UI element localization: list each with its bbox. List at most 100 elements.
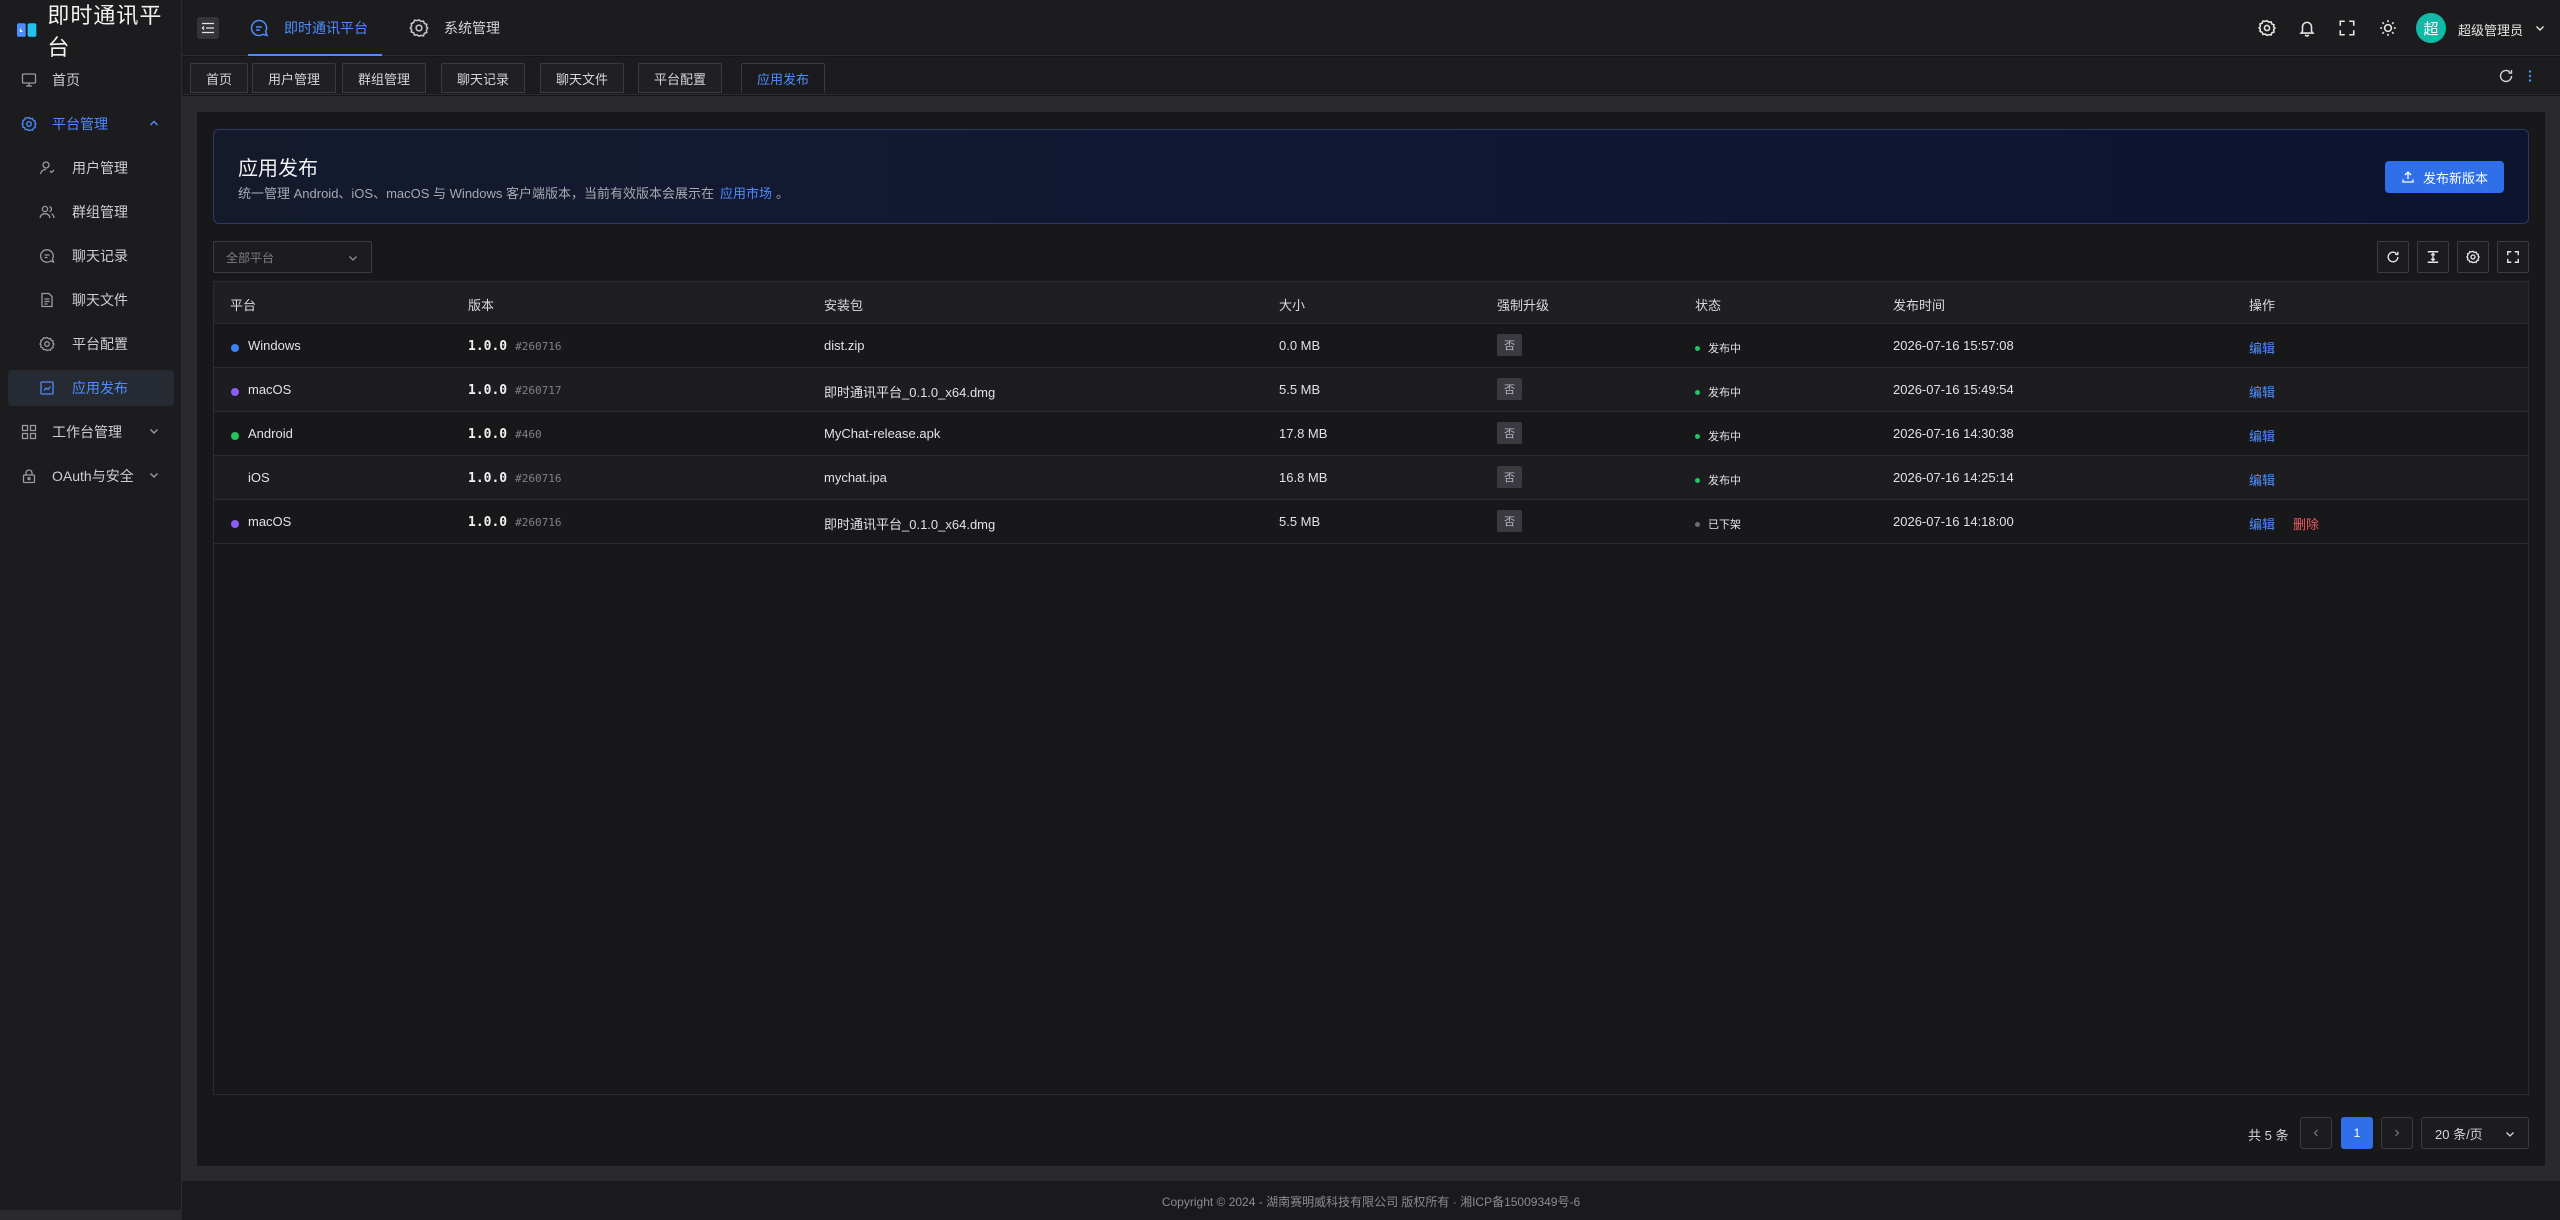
app-market-link[interactable]: 应用市场 <box>720 186 772 201</box>
version-number: 1.0.0 <box>468 515 508 530</box>
chevron-left-icon <box>2313 1129 2318 1137</box>
edit-button[interactable]: 编辑 <box>2249 514 2275 533</box>
version-cell: 1.0.0 #260716 <box>468 514 562 530</box>
table-row[interactable]: macOS 1.0.0 #260717 即时通讯平台_0.1.0_x64.dmg … <box>214 368 2528 412</box>
settings-icon <box>2466 250 2480 264</box>
platform-dot <box>231 344 239 352</box>
avatar[interactable]: 超 <box>2416 13 2446 43</box>
page-tab-strip: 首页 用户管理 群组管理 聊天记录 聊天文件 平台配置 应用发布 <box>182 57 2560 95</box>
column-header[interactable]: 操作 <box>2249 295 2275 314</box>
page-tab-chat-records[interactable]: 聊天记录 <box>441 63 526 93</box>
status-dot <box>1695 521 1700 527</box>
sidebar-item-platform-mgmt[interactable]: 平台管理 <box>8 106 174 142</box>
chat-icon <box>38 247 56 265</box>
sidebar-item-users[interactable]: 用户管理 <box>8 150 174 186</box>
package-cell: dist.zip <box>824 338 865 353</box>
menu-collapse-button[interactable] <box>197 17 219 39</box>
column-header[interactable]: 发布时间 <box>1893 295 1945 314</box>
edit-button[interactable]: 编辑 <box>2249 470 2275 489</box>
theme-icon[interactable] <box>2378 18 2398 38</box>
more-vertical-icon[interactable] <box>2522 68 2538 84</box>
status-badge: 发布中 <box>1695 428 1741 444</box>
tab-system-mgmt[interactable]: 系统管理 <box>408 0 500 56</box>
shield-icon <box>20 467 38 485</box>
page-tab-home[interactable]: 首页 <box>190 63 249 93</box>
sidebar-item-app-release[interactable]: 应用发布 <box>8 370 174 406</box>
user-name[interactable]: 超级管理员 <box>2458 20 2523 39</box>
sidebar-item-home[interactable]: 首页 <box>8 62 174 98</box>
table-header: 平台 版本 安装包 大小 强制升级 状态 发布时间 操作 <box>214 282 2528 324</box>
chevron-right-icon <box>2395 1129 2400 1137</box>
build-number: #260717 <box>515 384 562 397</box>
sidebar-item-oauth[interactable]: OAuth与安全 <box>8 458 174 494</box>
build-number: #260716 <box>515 516 562 529</box>
page-tab-chat-files[interactable]: 聊天文件 <box>540 63 625 93</box>
fullscreen-icon[interactable] <box>2337 18 2357 38</box>
sidebar-item-groups[interactable]: 群组管理 <box>8 194 174 230</box>
edit-button[interactable]: 编辑 <box>2249 338 2275 357</box>
refresh-icon[interactable] <box>2498 68 2514 84</box>
sidebar-footer <box>0 1210 182 1220</box>
publish-new-version-button[interactable]: 发布新版本 <box>2384 161 2504 193</box>
platform-dot <box>231 520 239 528</box>
force-upgrade-tag: 否 <box>1497 334 1522 356</box>
status-badge: 发布中 <box>1695 384 1741 400</box>
density-button[interactable] <box>2417 241 2449 273</box>
force-upgrade-tag: 否 <box>1497 466 1522 488</box>
refresh-button[interactable] <box>2377 241 2409 273</box>
version-cell: 1.0.0 #260716 <box>468 338 562 354</box>
table-row[interactable]: iOS 1.0.0 #260716 mychat.ipa 16.8 MB 否 发布… <box>214 456 2528 500</box>
delete-button[interactable]: 删除 <box>2293 514 2319 533</box>
app-logo[interactable]: 即时通讯平台 <box>16 3 181 60</box>
upload-icon <box>2402 171 2414 183</box>
sidebar-item-platform-config[interactable]: 平台配置 <box>8 326 174 362</box>
page-tab-app-release[interactable]: 应用发布 <box>741 63 826 93</box>
column-header[interactable]: 状态 <box>1695 295 1721 314</box>
page-tab-users[interactable]: 用户管理 <box>252 63 337 93</box>
next-page-button[interactable] <box>2381 1117 2413 1149</box>
table-row[interactable]: Windows 1.0.0 #260716 dist.zip 0.0 MB 否 发… <box>214 324 2528 368</box>
column-settings-button[interactable] <box>2457 241 2489 273</box>
sidebar-item-chat-records[interactable]: 聊天记录 <box>8 238 174 274</box>
edit-button[interactable]: 编辑 <box>2249 382 2275 401</box>
status-text: 发布中 <box>1708 431 1741 443</box>
build-number: #260716 <box>515 340 562 353</box>
page-number-button[interactable]: 1 <box>2341 1117 2373 1149</box>
sidebar-item-label: 群组管理 <box>72 204 128 220</box>
page-description: 统一管理 Android、iOS、macOS 与 Windows 客户端版本，当… <box>238 183 789 202</box>
column-header[interactable]: 大小 <box>1279 295 1305 314</box>
sidebar-item-chat-files[interactable]: 聊天文件 <box>8 282 174 318</box>
version-number: 1.0.0 <box>468 339 508 354</box>
chevron-down-icon[interactable] <box>2534 22 2546 34</box>
status-dot <box>1695 433 1700 439</box>
tab-im-platform[interactable]: 即时通讯平台 <box>248 0 382 56</box>
column-header[interactable]: 版本 <box>468 295 494 314</box>
table-row[interactable]: Android 1.0.0 #460 MyChat-release.apk 17.… <box>214 412 2528 456</box>
package-cell: 即时通讯平台_0.1.0_x64.dmg <box>824 517 996 532</box>
platform-filter-select[interactable]: 全部平台 <box>213 241 372 273</box>
page-tab-groups[interactable]: 群组管理 <box>342 63 427 93</box>
fullscreen-button[interactable] <box>2497 241 2529 273</box>
sidebar-item-label: 应用发布 <box>72 380 128 396</box>
prev-page-button[interactable] <box>2300 1117 2332 1149</box>
table-row[interactable]: macOS 1.0.0 #260716 即时通讯平台_0.1.0_x64.dmg … <box>214 500 2528 544</box>
users-icon <box>38 203 56 221</box>
chevron-down-icon <box>150 473 158 478</box>
page-tab-platform-config[interactable]: 平台配置 <box>638 63 723 93</box>
sidebar-item-label: 首页 <box>52 72 80 88</box>
column-header[interactable]: 安装包 <box>824 295 863 314</box>
size-cell: 5.5 MB <box>1279 514 1321 529</box>
package-cell: 即时通讯平台_0.1.0_x64.dmg <box>824 385 996 400</box>
column-header[interactable]: 强制升级 <box>1497 295 1549 314</box>
page-footer: Copyright © 2024 - 湖南赛明威科技有限公司 版权所有 · 湘I… <box>182 1180 2560 1220</box>
edit-button[interactable]: 编辑 <box>2249 426 2275 445</box>
time-cell: 2026-07-16 14:18:00 <box>1893 514 2014 529</box>
status-dot <box>1695 345 1700 351</box>
settings-icon[interactable] <box>2257 18 2277 38</box>
page-size-select[interactable]: 20 条/页 <box>2421 1117 2529 1149</box>
platform-dot <box>231 388 239 396</box>
sidebar-item-workbench[interactable]: 工作台管理 <box>8 414 174 450</box>
grid-icon <box>20 423 38 441</box>
bell-icon[interactable] <box>2297 18 2317 38</box>
column-header[interactable]: 平台 <box>230 295 256 314</box>
